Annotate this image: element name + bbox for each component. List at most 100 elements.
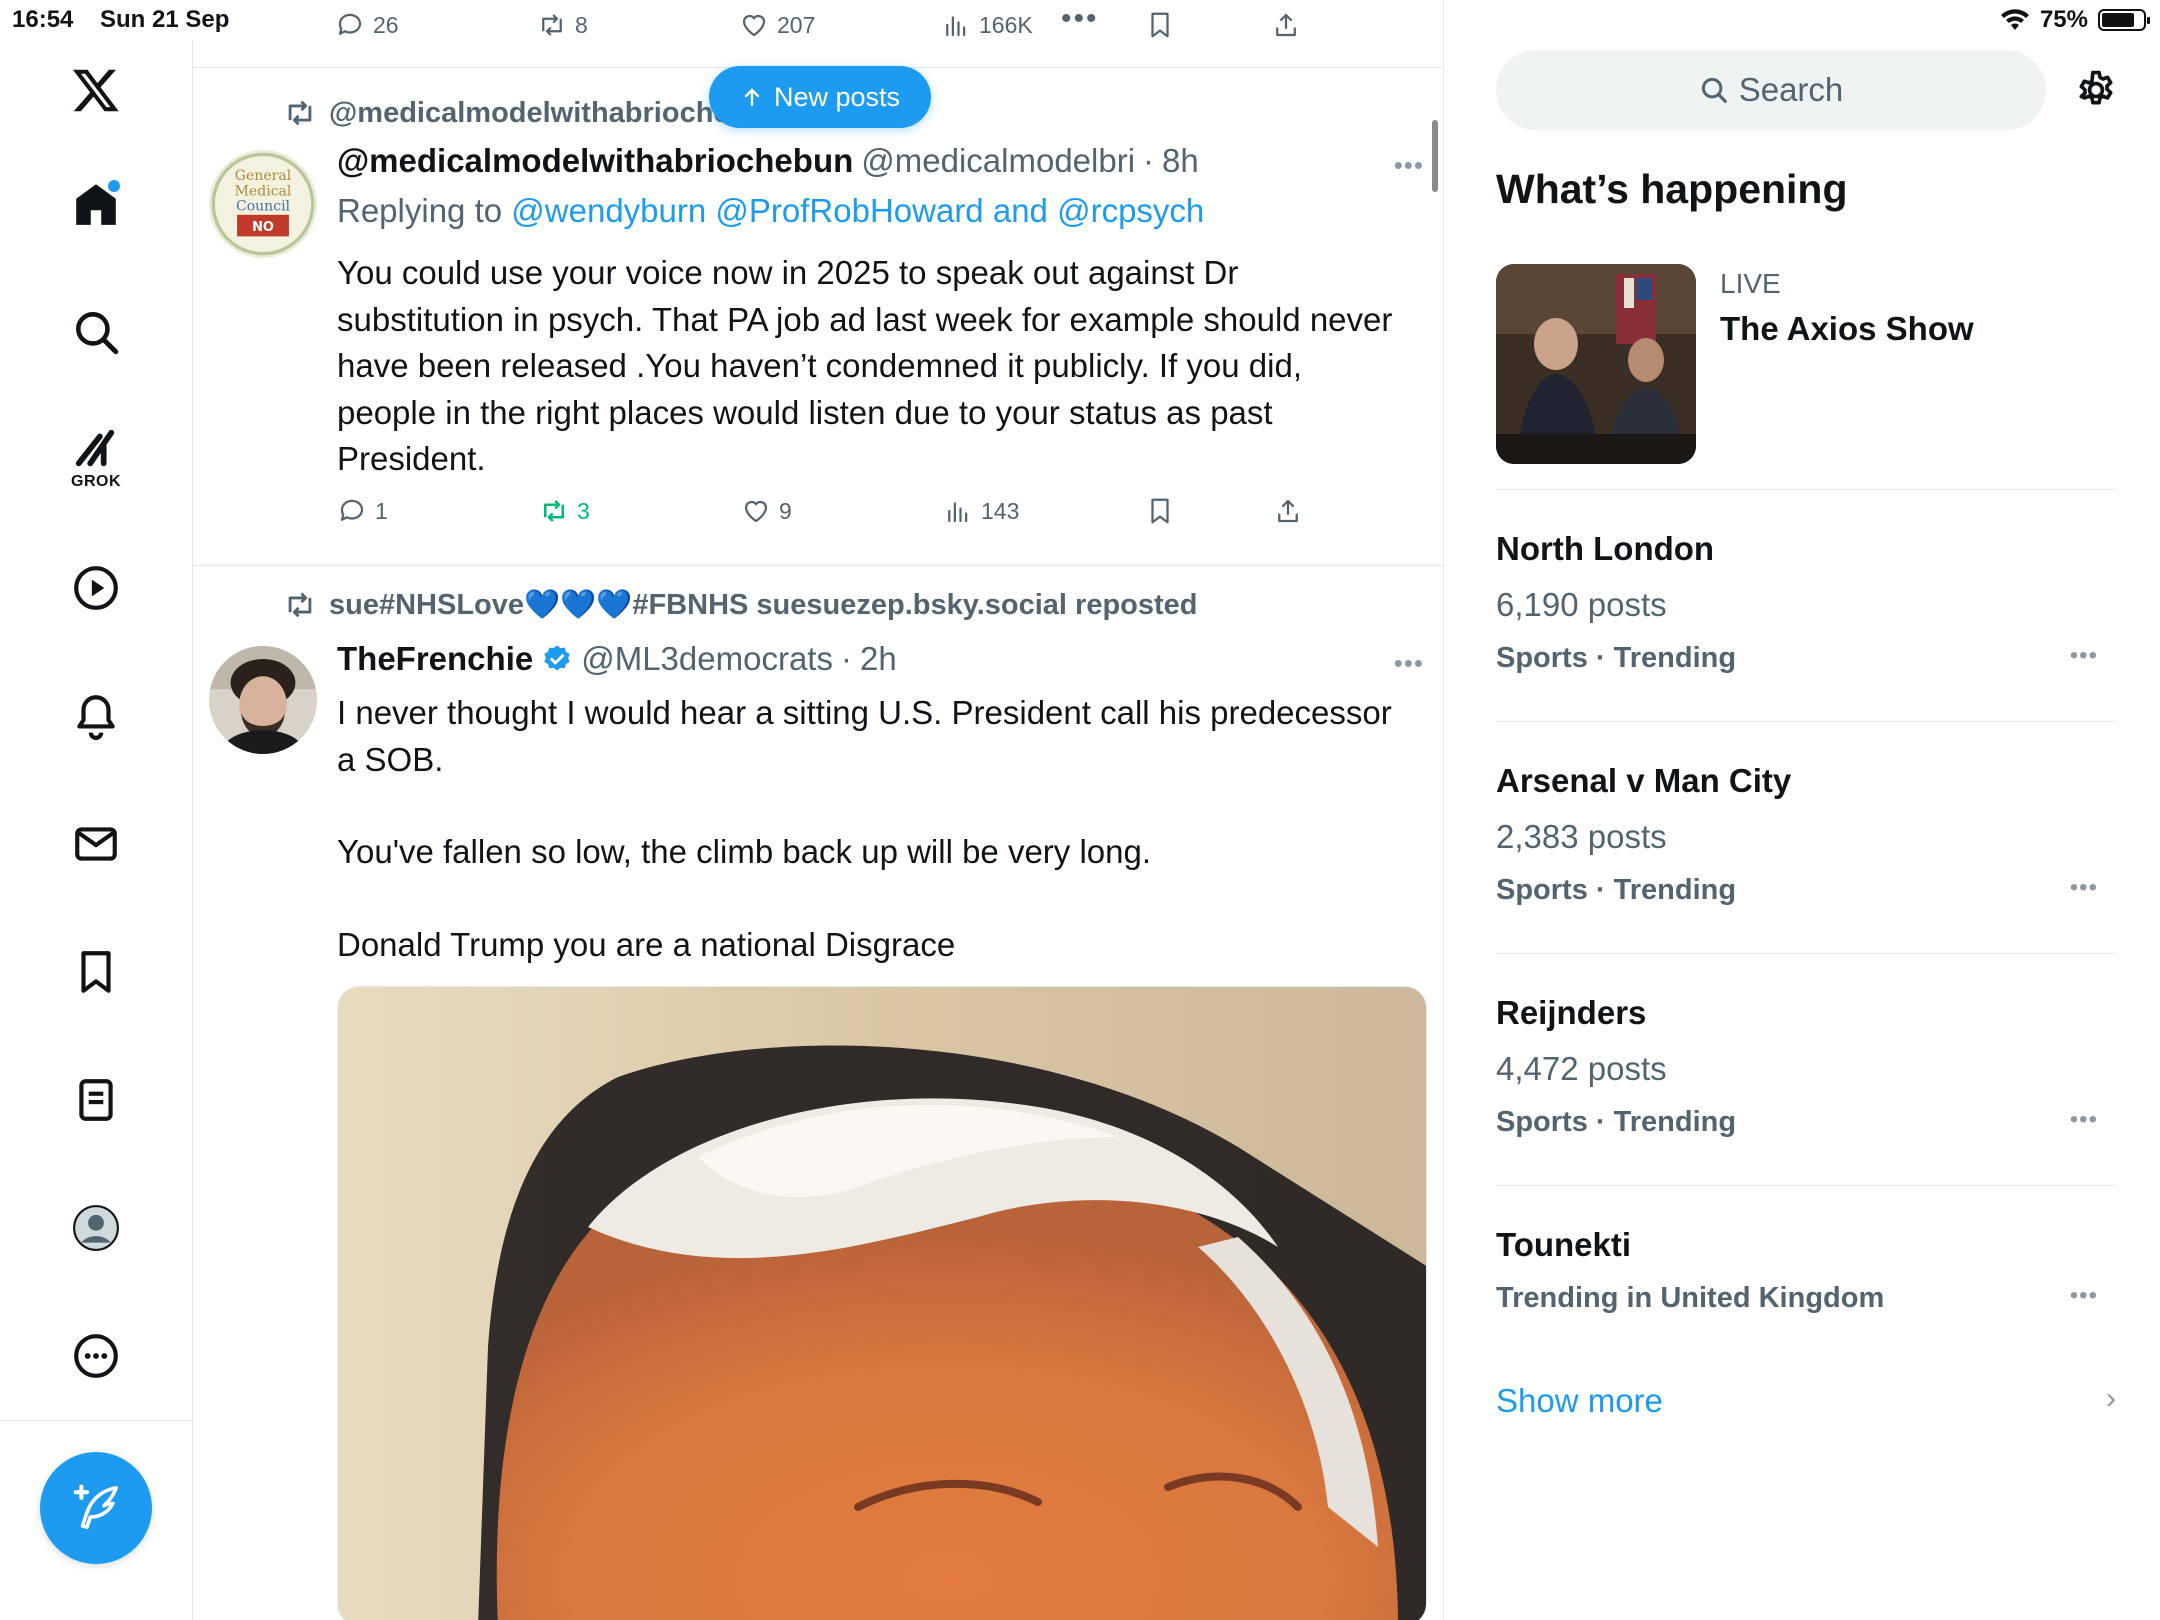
reply-button[interactable]: 1 <box>337 496 388 526</box>
trend-name: Arsenal v Man City <box>1496 762 1792 799</box>
arrow-up-icon <box>744 88 760 107</box>
views-icon <box>946 16 966 37</box>
right-sidebar: Search What’s happening LIVE The Axios S… <box>1444 0 2160 1620</box>
profile-icon[interactable] <box>56 1188 136 1268</box>
live-event-card[interactable]: LIVE The Axios Show <box>1496 264 2116 490</box>
bookmark-button[interactable] <box>1145 496 1175 526</box>
tweet-time[interactable]: 2h <box>860 640 897 678</box>
tweet-text: You could use your voice now in 2025 to … <box>337 254 1393 477</box>
avatar-text-3: Council <box>236 198 291 214</box>
left-navigation: GROK <box>0 40 193 1620</box>
bookmark-button[interactable] <box>1145 10 1175 40</box>
avatar[interactable] <box>209 646 317 754</box>
repost-icon <box>544 500 564 522</box>
repost-button[interactable]: 3 <box>539 496 590 526</box>
heart-icon <box>742 14 766 37</box>
replying-to: Replying to @wendyburn @ProfRobHoward an… <box>337 192 1204 230</box>
more-options-icon[interactable]: ••• <box>1061 2 1099 36</box>
previous-tweet-actions: 26 8 207 166K ••• <box>193 0 1444 68</box>
video-icon[interactable] <box>56 548 136 628</box>
new-posts-button[interactable]: New posts <box>709 66 931 128</box>
show-more-link[interactable]: Show more › <box>1496 1382 2116 1420</box>
like-button[interactable]: 9 <box>741 496 792 526</box>
trend-count: 4,472 posts <box>1496 1050 1667 1087</box>
author-name[interactable]: @medicalmodelwithabriochebun <box>337 142 853 180</box>
views-count: 166K <box>979 11 1033 38</box>
repost-icon <box>288 100 312 126</box>
views-icon <box>948 502 968 523</box>
notifications-icon[interactable] <box>56 676 136 756</box>
timeline-feed: 26 8 207 166K ••• New posts @medicalmode… <box>193 0 1444 1620</box>
repost-count: 3 <box>577 497 590 524</box>
search-icon[interactable] <box>56 292 136 372</box>
tweet-media-image[interactable] <box>337 986 1427 1620</box>
grok-label: GROK <box>71 473 121 490</box>
replying-to-prefix: Replying to <box>337 192 503 229</box>
avatar[interactable]: General Medical Council NO <box>209 150 317 258</box>
trend-item[interactable]: Tounekti Trending in United Kingdom ••• <box>1496 1186 2116 1336</box>
status-time: 16:54 <box>12 6 74 33</box>
compose-button[interactable] <box>40 1452 152 1564</box>
live-title: The Axios Show <box>1720 310 1974 347</box>
author-handle[interactable]: @medicalmodelbri <box>861 142 1135 180</box>
repost-button[interactable]: 8 <box>537 10 588 40</box>
trend-name: Tounekti <box>1496 1226 1632 1263</box>
show-more-label: Show more <box>1496 1382 1663 1419</box>
views-count: 143 <box>981 497 1020 524</box>
like-button[interactable]: 207 <box>739 10 815 40</box>
search-input[interactable]: Search <box>1496 50 2046 130</box>
bookmarks-icon[interactable] <box>56 932 136 1012</box>
trend-more-icon[interactable]: ••• <box>2070 1282 2098 1310</box>
reply-count: 26 <box>373 11 399 38</box>
trend-item[interactable]: North London 6,190 posts Sports · Trendi… <box>1496 490 2116 722</box>
verified-badge-icon <box>544 645 570 671</box>
tweet-header: TheFrenchie @ML3democrats · 2h <box>337 640 897 678</box>
reply-count: 1 <box>375 497 388 524</box>
replying-to-last[interactable]: @rcpsych <box>1057 192 1204 229</box>
trend-category: Sports · Trending <box>1496 874 1737 906</box>
author-name[interactable]: TheFrenchie <box>337 640 533 678</box>
views-button[interactable]: 166K <box>941 10 1033 40</box>
avatar-text-4: NO <box>252 220 274 235</box>
trend-name: Reijnders <box>1496 994 1647 1031</box>
share-button[interactable] <box>1271 10 1301 40</box>
trend-more-icon[interactable]: ••• <box>2070 1106 2098 1134</box>
trend-count: 6,190 posts <box>1496 586 1667 623</box>
trend-count: 2,383 posts <box>1496 818 1667 855</box>
share-button[interactable] <box>1273 496 1303 526</box>
trend-more-icon[interactable]: ••• <box>2070 642 2098 670</box>
trend-item[interactable]: Reijnders 4,472 posts Sports · Trending … <box>1496 954 2116 1186</box>
x-logo-icon[interactable] <box>56 50 136 130</box>
grok-icon[interactable]: GROK <box>56 418 136 498</box>
repost-context-text: sue#NHSLove💙💙💙#FBNHS suesuezep.bsky.soci… <box>329 589 1198 621</box>
views-button[interactable]: 143 <box>943 496 1019 526</box>
tweet-header: @medicalmodelwithabriochebun @medicalmod… <box>337 142 1199 180</box>
tweet-more-icon[interactable]: ••• <box>1394 150 1424 181</box>
tweet-thefrenchie[interactable]: sue#NHSLove💙💙💙#FBNHS suesuezep.bsky.soci… <box>193 566 1444 1620</box>
settings-gear-icon[interactable] <box>2074 68 2118 112</box>
tweet-medicalmodel[interactable]: @medicalmodelwithabriochebun reposted Ge… <box>193 68 1444 566</box>
share-icon <box>1278 499 1298 523</box>
more-icon[interactable] <box>56 1316 136 1396</box>
feed-scrollbar[interactable] <box>1432 120 1438 192</box>
tweet-time[interactable]: 8h <box>1162 142 1199 180</box>
replying-to-handles[interactable]: @wendyburn @ProfRobHoward <box>511 192 983 229</box>
section-title: What’s happening <box>1496 166 1848 212</box>
lists-icon[interactable] <box>56 1060 136 1140</box>
separator-dot: · <box>1143 142 1155 179</box>
tweet-text-line-2: You've fallen so low, the climb back up … <box>337 833 1152 870</box>
search-placeholder: Search <box>1738 71 1844 108</box>
reply-icon <box>340 499 364 521</box>
author-handle[interactable]: @ML3democrats <box>581 640 833 678</box>
messages-icon[interactable] <box>56 804 136 884</box>
trend-more-icon[interactable]: ••• <box>2070 874 2098 902</box>
reply-button[interactable]: 26 <box>335 10 399 40</box>
home-icon[interactable] <box>56 164 136 244</box>
compose-feather-icon <box>73 1484 119 1529</box>
trend-category: Sports · Trending <box>1496 642 1737 674</box>
tweet-actions: 1 3 9 143 <box>337 496 1337 536</box>
trend-item[interactable]: Arsenal v Man City 2,383 posts Sports · … <box>1496 722 2116 954</box>
avatar-text-2: Medical <box>235 183 292 199</box>
repost-icon <box>288 592 312 618</box>
tweet-more-icon[interactable]: ••• <box>1394 648 1424 679</box>
